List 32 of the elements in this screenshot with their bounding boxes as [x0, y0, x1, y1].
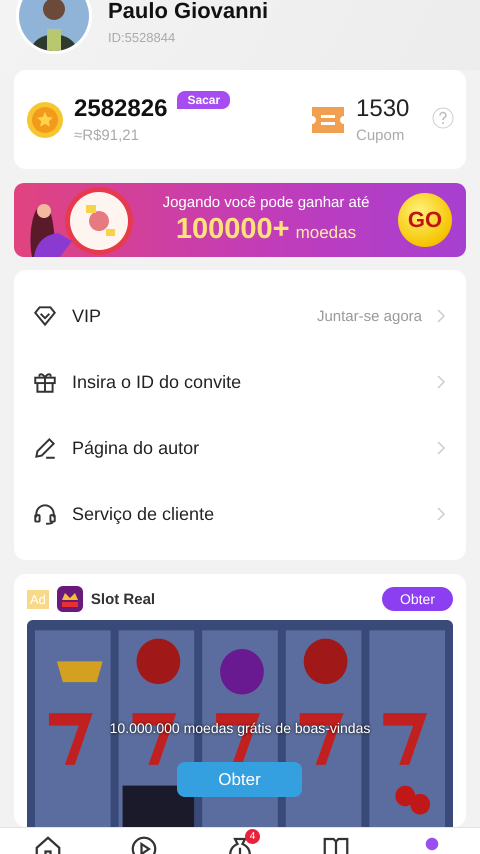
coin-value: ≈R$91,21 [74, 127, 140, 144]
coupon-count: 1530 [356, 95, 410, 123]
avatar[interactable] [16, 0, 92, 54]
ticket-icon [310, 104, 346, 134]
get-button[interactable]: Obter [382, 587, 453, 611]
chevron-icon [436, 507, 446, 521]
app-name: Slot Real [90, 590, 156, 608]
withdraw-button[interactable]: Sacar [177, 91, 230, 109]
menu-item[interactable]: Página do autor [14, 415, 466, 481]
coin-balance: 2582826 [74, 95, 168, 123]
promo-unit: moedas [296, 223, 356, 243]
chevron-icon [436, 375, 446, 389]
chevron-icon [436, 441, 446, 455]
user-name: Paulo Giovanni [108, 0, 268, 24]
menu-detail: Juntar-se agora [316, 308, 422, 324]
coin-icon [26, 100, 64, 138]
user-id: ID:5528844 [108, 30, 176, 45]
go-button[interactable]: GO [398, 193, 452, 247]
app-icon [56, 586, 83, 612]
cta-button[interactable]: Obter [177, 762, 302, 797]
nav-tab[interactable]: 4 [220, 828, 260, 854]
promo-amount: 100000+ [176, 213, 290, 246]
coupon-label: Cupom [356, 127, 406, 144]
menu-item[interactable]: Serviço de cliente [14, 481, 466, 547]
promo-text: Jogando você pode ganhar até [162, 194, 370, 211]
notification-badge: 4 [245, 829, 260, 844]
promo-banner[interactable]: Jogando você pode ganhar até 100000+ moedas GO [14, 183, 466, 257]
menu-item[interactable]: Insira o ID do convite [14, 349, 466, 415]
chevron-icon [436, 309, 446, 323]
ad-tag: Ad [27, 590, 49, 608]
pen-icon [32, 435, 58, 461]
menu-item[interactable]: VIP Juntar-se agora [14, 283, 466, 349]
